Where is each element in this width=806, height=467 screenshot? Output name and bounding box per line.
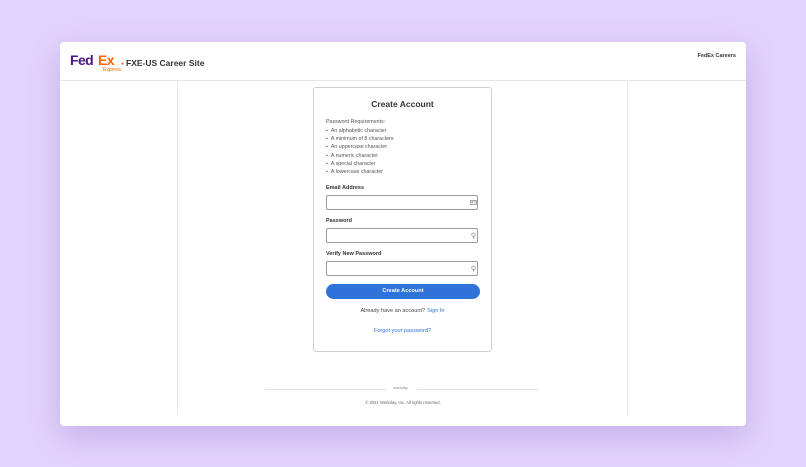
footer-divider-left: [265, 389, 387, 390]
logo-ex-text: Ex: [98, 52, 115, 68]
key-icon: [471, 232, 476, 239]
sign-in-link[interactable]: Sign In: [427, 308, 444, 314]
site-title: FXE-US Career Site: [126, 58, 205, 68]
password-requirements-title: Password Requirements:: [326, 119, 386, 125]
already-have-account-row: Already have an account? Sign In: [314, 308, 491, 314]
site-header: Fed Ex ● Express FXE-US Career Site FedE…: [60, 42, 746, 81]
browser-window: Fed Ex ● Express FXE-US Career Site FedE…: [60, 42, 746, 426]
requirement-item: A lowercase character: [326, 168, 394, 176]
left-divider: [177, 81, 178, 415]
copyright-text: © 2021 Workday, Inc. All rights reserved…: [365, 400, 441, 405]
email-field[interactable]: [326, 195, 478, 210]
email-label: Email Address: [326, 185, 365, 191]
verify-password-label: Verify New Password: [326, 251, 382, 257]
password-label: Password: [326, 218, 352, 224]
already-have-account-text: Already have an account?: [360, 308, 426, 314]
requirement-item: An alphabetic character: [326, 127, 394, 135]
requirement-item: A minimum of 8 characters: [326, 135, 394, 143]
requirement-item: A special character: [326, 160, 394, 168]
footer-divider-right: [417, 389, 539, 390]
forgot-password-link[interactable]: Forgot your password?: [314, 328, 491, 334]
logo-fed-text: Fed: [70, 52, 94, 68]
requirement-item: An uppercase character: [326, 143, 394, 151]
requirement-item: A numeric character: [326, 152, 394, 160]
logo-express-text: Express: [103, 67, 122, 73]
form-title: Create Account: [371, 99, 434, 109]
password-field[interactable]: [326, 228, 478, 243]
right-divider: [627, 81, 628, 415]
logo-dot: ●: [121, 61, 125, 67]
create-account-form: Create Account Password Requirements: An…: [313, 87, 492, 352]
fedex-logo[interactable]: Fed Ex ● Express: [70, 52, 124, 74]
contact-card-icon: [470, 200, 477, 205]
create-account-button[interactable]: Create Account: [326, 284, 480, 299]
fedex-careers-link[interactable]: FedEx Careers: [697, 53, 736, 59]
key-icon: [471, 265, 476, 272]
password-requirements-list: An alphabetic character A minimum of 8 c…: [326, 127, 394, 176]
verify-password-field[interactable]: [326, 261, 478, 276]
workday-logo: workday.: [393, 385, 409, 390]
